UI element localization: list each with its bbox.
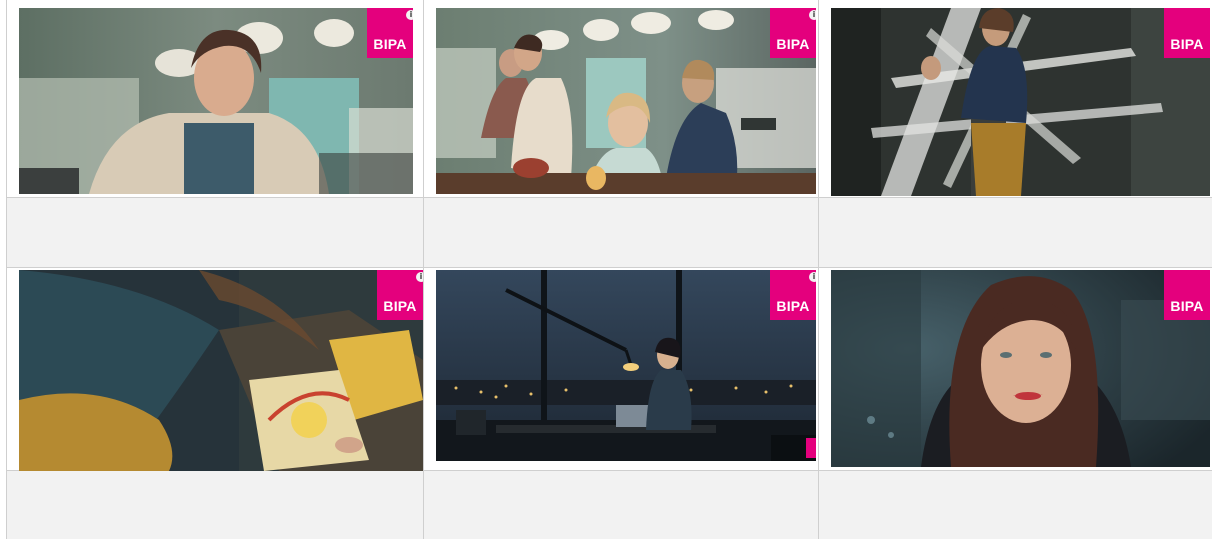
scene-woman-closeup [831,270,1210,467]
grid-line [6,197,1212,198]
grid-line [818,0,819,539]
video-frame-6[interactable]: BIPA [831,270,1210,467]
video-frame-2[interactable]: BIPA i [436,8,816,194]
scene-office-night [436,270,816,461]
video-frame-4[interactable]: BIPA i [19,270,423,471]
video-frame-3[interactable]: BIPA [831,8,1210,196]
info-icon[interactable]: i [809,272,816,282]
scene-kitchen-family [436,8,816,194]
info-icon[interactable]: i [416,272,423,282]
grid-line [423,0,424,539]
caption-row-1 [6,197,1212,267]
caption-row-2 [6,470,1212,539]
scene-streamer-room [831,8,1210,196]
grid-line [6,267,1212,268]
info-icon[interactable]: i [406,10,413,20]
video-frame-5[interactable]: BIPA i [436,270,816,461]
storyboard-grid: BIPA i BIPA i BIPA BIPA i BIPA i BIPA [6,0,1212,539]
scene-kitchen-woman [19,8,413,194]
grid-line [6,0,7,539]
brand-badge: BIPA [1164,270,1210,320]
brand-badge: BIPA [1164,8,1210,58]
info-icon[interactable]: i [809,10,816,20]
scene-woman-posters [19,270,423,471]
video-frame-1[interactable]: BIPA i [19,8,413,194]
